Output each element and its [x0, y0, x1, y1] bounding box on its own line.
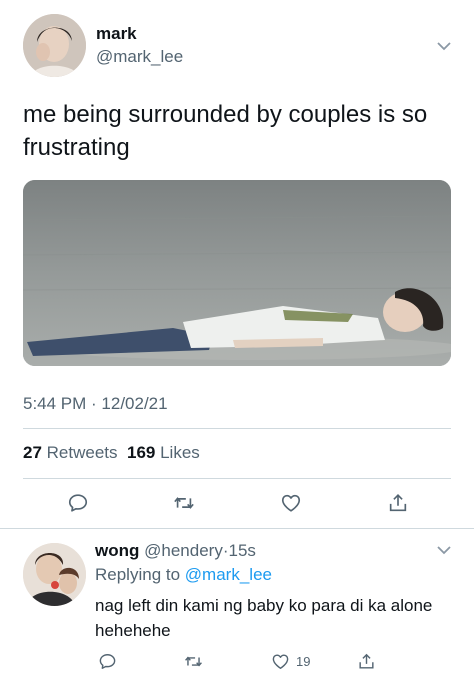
display-name[interactable]: mark: [96, 24, 137, 44]
reply-button[interactable]: [65, 490, 91, 516]
reply-icon: [99, 653, 116, 669]
reply-header: wong @hendery·15s: [95, 541, 256, 561]
tweet-image[interactable]: [23, 180, 451, 366]
likes-count: 169: [126, 443, 156, 462]
mention-link[interactable]: @mark_lee: [185, 565, 272, 584]
like-button[interactable]: [278, 490, 304, 516]
heart-icon: [281, 494, 301, 512]
reply-time[interactable]: 15s: [229, 541, 256, 560]
chevron-down-icon[interactable]: [437, 545, 451, 555]
reply-text: nag left din kami ng baby ko para di ka …: [95, 596, 433, 640]
retweet-button[interactable]: [171, 490, 197, 516]
user-handle[interactable]: @mark_lee: [96, 47, 183, 67]
avatar[interactable]: [23, 14, 86, 77]
likes-label: Likes: [160, 443, 200, 462]
share-button[interactable]: [385, 490, 411, 516]
likes-stat[interactable]: 169 Likes: [127, 443, 200, 462]
replying-prefix: Replying to: [95, 565, 181, 584]
avatar[interactable]: [23, 543, 86, 606]
reply-icon: [68, 494, 88, 512]
divider: [23, 478, 451, 479]
main-tweet: mark @mark_lee me being surrounded by co…: [0, 0, 474, 528]
reply-button[interactable]: [98, 650, 117, 672]
tweet-stats: 27 Retweets 169 Likes: [23, 443, 200, 463]
divider: [23, 428, 451, 429]
share-button[interactable]: [357, 650, 376, 672]
retweets-count: 27: [23, 443, 42, 462]
retweet-icon: [174, 497, 194, 509]
share-icon: [389, 494, 407, 512]
retweet-button[interactable]: [184, 650, 203, 672]
retweet-icon: [185, 655, 202, 667]
tweet-timestamp[interactable]: 5:44 PM · 12/02/21: [23, 394, 168, 414]
chevron-down-icon[interactable]: [437, 41, 451, 51]
heart-icon: [272, 653, 289, 669]
retweets-label: Retweets: [46, 443, 118, 462]
like-count: 19: [296, 653, 311, 669]
replying-to: Replying to @mark_lee: [95, 565, 272, 585]
retweets-stat[interactable]: 27 Retweets: [23, 443, 118, 462]
display-name[interactable]: wong: [95, 541, 139, 560]
tweet-text: me being surrounded by couples is so fru…: [23, 101, 428, 161]
reply-tweet[interactable]: wong @hendery·15s Replying to @mark_lee …: [0, 530, 474, 680]
user-handle[interactable]: @hendery: [144, 541, 223, 560]
divider: [0, 528, 474, 529]
like-button[interactable]: 19: [271, 650, 310, 672]
share-icon: [359, 653, 374, 669]
